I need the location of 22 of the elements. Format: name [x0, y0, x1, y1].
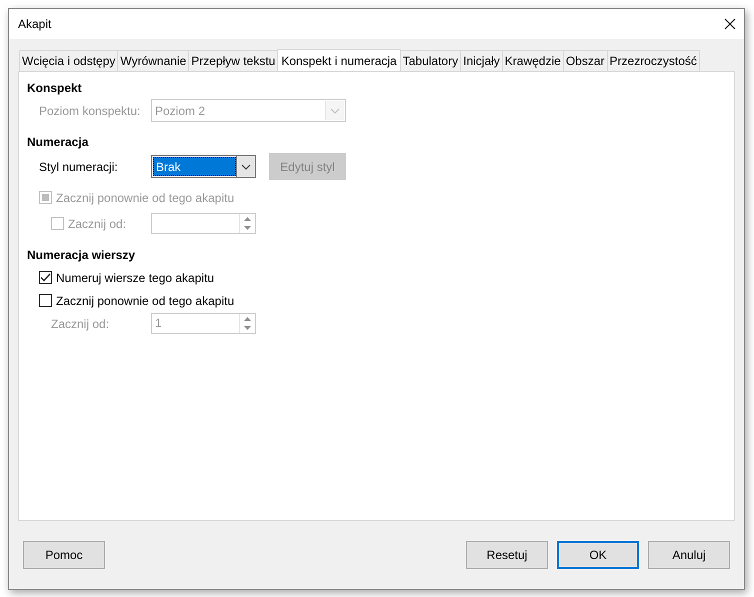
checkbox[interactable] [39, 271, 52, 284]
chevron-icon [241, 164, 251, 170]
section-heading: Numeracja [27, 134, 90, 151]
field-label: Zacznij od: [50, 316, 110, 330]
field-label: Styl numeracji: [39, 160, 119, 174]
field-label: Poziom konspektu: [39, 104, 142, 118]
section-heading: Konspekt [27, 80, 83, 97]
tab[interactable]: Konspekt i numeracja [277, 49, 401, 71]
chevron-icon [330, 108, 340, 114]
checkbox-label[interactable]: Zacznij ponownie od tego akapitu [56, 294, 234, 308]
section-heading: Numeracja wierszy [27, 247, 136, 264]
checkbox-label[interactable]: Numeruj wiersze tego akapitu [56, 270, 214, 284]
close-icon[interactable] [724, 18, 736, 30]
dropdown[interactable]: Brak [151, 155, 256, 178]
dialog-button[interactable]: Anuluj [648, 541, 730, 569]
dialog-button[interactable]: Pomoc [23, 541, 105, 569]
checkbox[interactable] [39, 294, 52, 307]
tab[interactable]: Wcięcia i odstępy [19, 50, 118, 71]
window-title: Akapit [18, 17, 52, 31]
dialog-button[interactable]: OK [557, 541, 639, 569]
dialog-button[interactable]: Resetuj [466, 541, 548, 569]
tab[interactable]: Przezroczystość [606, 50, 700, 71]
